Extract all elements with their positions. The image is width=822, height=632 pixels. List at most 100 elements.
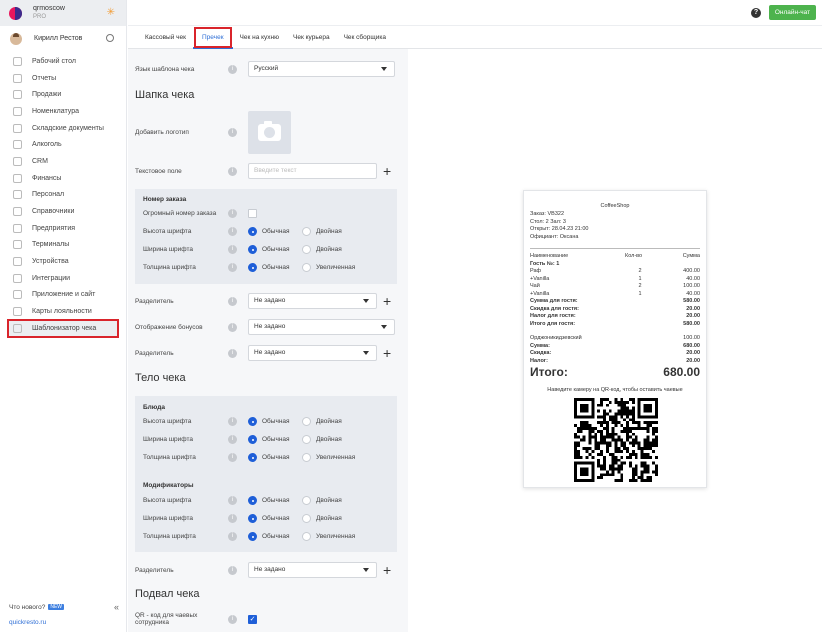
info-icon[interactable]: i (228, 296, 237, 306)
receipt-columns: Наименование Кол-во Сумма (530, 253, 700, 259)
radio-double[interactable] (302, 496, 311, 505)
help-icon[interactable]: ? (751, 8, 761, 18)
sidebar: qrmoscow PRO ✳ Кирилл Рестов Рабочий сто… (0, 0, 127, 632)
radio-normal[interactable] (248, 496, 257, 505)
camera-icon (258, 121, 281, 141)
info-icon[interactable]: i (228, 614, 237, 624)
avatar (10, 32, 22, 45)
info-icon[interactable]: i (228, 453, 237, 462)
user-name: Кирилл Рестов (34, 35, 83, 42)
info-icon[interactable]: i (228, 514, 237, 523)
radio-double[interactable] (302, 245, 311, 254)
nav-item-reports[interactable]: Отчеты (0, 70, 126, 87)
separator-row-3: Разделитель i Не задано + (135, 562, 392, 578)
topbar: ? Онлайн-чат (128, 0, 822, 26)
separator-select[interactable]: Не задано (248, 345, 377, 361)
brand-header[interactable]: qrmoscow PRO ✳ (0, 0, 126, 26)
info-icon[interactable]: i (228, 64, 237, 74)
radio-normal[interactable] (248, 417, 257, 426)
card-icon (13, 307, 22, 317)
sun-icon[interactable]: ✳ (107, 7, 115, 18)
text-field-input[interactable]: Введите текст (248, 163, 377, 179)
qr-hint: Наведите камеру на QR-код, чтобы оставит… (547, 387, 683, 393)
tab-picker[interactable]: Чек сборщика (337, 26, 393, 49)
radio-normal[interactable] (248, 453, 257, 462)
radio-double[interactable] (302, 417, 311, 426)
info-icon[interactable]: i (228, 227, 237, 236)
tab-precheck[interactable]: Пречек (193, 26, 233, 49)
mod-font-weight-row: Толщина шрифта i Обычная Увеличенная (143, 532, 356, 541)
big-number-checkbox[interactable] (248, 209, 257, 218)
radio-increased[interactable] (302, 453, 311, 462)
nav-item-terminals[interactable]: Терминалы (0, 237, 126, 254)
nav-item-finance[interactable]: Финансы (0, 170, 126, 187)
whats-new[interactable]: Что нового? NEW « (9, 602, 119, 612)
add-icon[interactable]: + (383, 346, 391, 360)
nav-item-sales[interactable]: Продажи (0, 86, 126, 103)
add-icon[interactable]: + (383, 164, 391, 178)
nav-item-staff[interactable]: Персонал (0, 187, 126, 204)
nav-item-loyalty[interactable]: Карты лояльности (0, 303, 126, 320)
info-icon[interactable]: i (228, 209, 237, 218)
info-icon[interactable]: i (228, 565, 237, 575)
radio-normal[interactable] (248, 263, 257, 272)
info-icon[interactable]: i (228, 263, 237, 272)
radio-double[interactable] (302, 435, 311, 444)
user-row[interactable]: Кирилл Рестов (0, 26, 126, 51)
nav-item-dashboard[interactable]: Рабочий стол (0, 53, 126, 70)
radio-normal[interactable] (248, 435, 257, 444)
info-icon[interactable]: i (228, 245, 237, 254)
nav-item-receipt-templates[interactable]: Шаблонизатор чека (7, 319, 119, 338)
nav-item-directories[interactable]: Справочники (0, 203, 126, 220)
radio-increased[interactable] (302, 532, 311, 541)
nav-item-warehouse[interactable]: Складские документы (0, 120, 126, 137)
language-select[interactable]: Русский (248, 61, 395, 77)
plan-badge: PRO (33, 14, 47, 20)
tab-courier[interactable]: Чек курьера (286, 26, 337, 49)
nav-item-alcohol[interactable]: Алкоголь (0, 136, 126, 153)
receipt-item: +Vanilla 1 40.00 (530, 290, 700, 297)
add-icon[interactable]: + (383, 294, 391, 308)
radio-double[interactable] (302, 227, 311, 236)
separator-select[interactable]: Не задано (248, 293, 377, 309)
info-icon[interactable]: i (228, 322, 237, 332)
people-icon (13, 156, 22, 166)
nav-item-integrations[interactable]: Интеграции (0, 270, 126, 287)
online-chat-button[interactable]: Онлайн-чат (769, 5, 816, 20)
nav-item-crm[interactable]: CRM (0, 153, 126, 170)
radio-normal[interactable] (248, 514, 257, 523)
add-icon[interactable]: + (383, 563, 391, 577)
bonus-select[interactable]: Не задано (248, 319, 395, 335)
separator-select[interactable]: Не задано (248, 562, 377, 578)
info-icon[interactable]: i (228, 417, 237, 426)
logout-icon[interactable] (106, 34, 114, 42)
info-icon[interactable]: i (228, 166, 237, 176)
site-link[interactable]: quickresto.ru (9, 619, 46, 626)
info-icon[interactable]: i (228, 128, 237, 137)
radio-normal[interactable] (248, 245, 257, 254)
radio-normal[interactable] (248, 227, 257, 236)
info-icon[interactable]: i (228, 532, 237, 541)
receipt-item: Чай 2 100.00 (530, 283, 700, 289)
nav-item-enterprises[interactable]: Предприятия (0, 220, 126, 237)
qr-tips-checkbox[interactable]: ✓ (248, 614, 257, 624)
dish-font-weight-row: Толщина шрифта i Обычная Увеличенная (143, 453, 356, 462)
glass-icon (13, 140, 22, 150)
nav-item-app[interactable]: Приложение и сайт (0, 287, 126, 304)
logo-upload[interactable] (248, 111, 291, 154)
font-height-row: Высота шрифта i Обычная Двойная (143, 227, 342, 236)
radio-normal[interactable] (248, 532, 257, 541)
collapse-sidebar-icon[interactable]: « (114, 602, 119, 612)
nav-item-devices[interactable]: Устройства (0, 253, 126, 270)
nav-item-nomenclature[interactable]: Номенклатура (0, 103, 126, 120)
info-icon[interactable]: i (228, 496, 237, 505)
radio-double[interactable] (302, 514, 311, 523)
template-form: Язык шаблона чека i Русский Шапка чека Д… (128, 49, 408, 632)
info-icon[interactable]: i (228, 435, 237, 444)
radio-increased[interactable] (302, 263, 311, 272)
tab-kitchen[interactable]: Чек на кухню (233, 26, 287, 49)
qr-tips-row: QR - код для чаевых сотрудника i ✓ (135, 612, 257, 626)
font-width-row: Ширина шрифта i Обычная Двойная (143, 245, 342, 254)
info-icon[interactable]: i (228, 348, 237, 358)
tab-cash-receipt[interactable]: Кассовый чек (138, 26, 193, 49)
